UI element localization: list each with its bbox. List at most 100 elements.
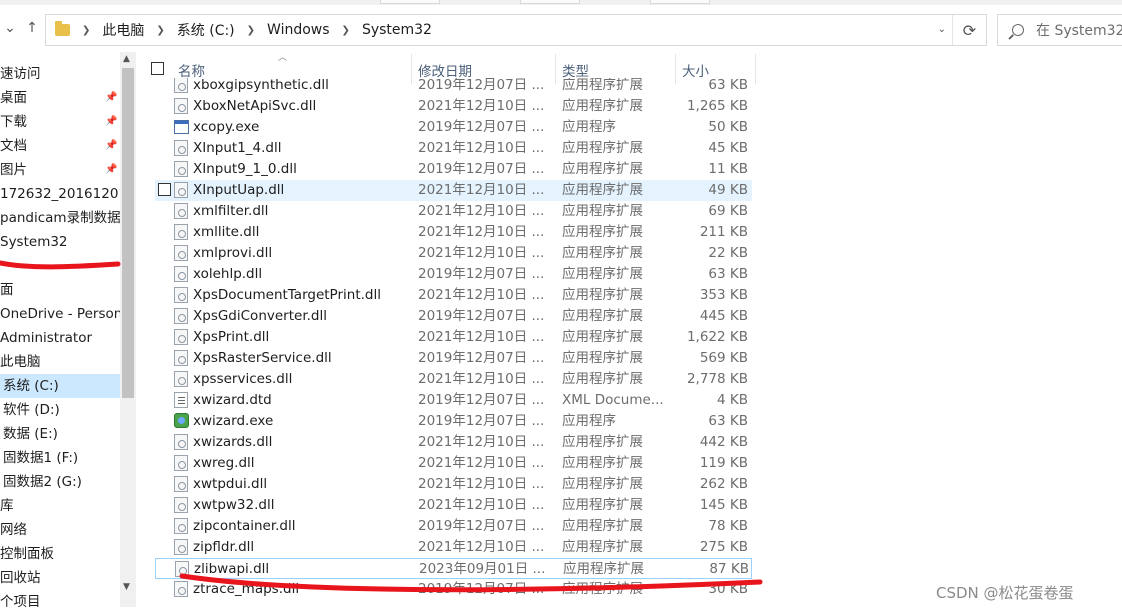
file-size: 569 KB bbox=[699, 350, 748, 366]
dll-icon bbox=[174, 161, 188, 177]
file-name: xmlprovi.dll bbox=[193, 245, 273, 261]
dll-icon bbox=[174, 371, 188, 387]
dll-icon bbox=[174, 581, 188, 597]
scroll-up-icon[interactable]: ▲ bbox=[123, 54, 130, 64]
chevron-right-icon[interactable]: ❯ bbox=[342, 25, 350, 36]
table-row[interactable]: XboxNetApiSvc.dll 2021年12月10日 ... 应用程序扩展 1,… bbox=[155, 96, 752, 117]
dll-icon bbox=[174, 78, 188, 93]
file-type: 应用程序扩展 bbox=[562, 455, 643, 471]
dll-icon bbox=[174, 329, 188, 345]
file-type: 应用程序扩展 bbox=[562, 161, 643, 177]
file-date: 2019年12月07日 ... bbox=[418, 119, 545, 135]
file-date: 2019年12月07日 ... bbox=[418, 392, 545, 408]
row-checkbox[interactable] bbox=[158, 183, 171, 196]
file-name: XpsRasterService.dll bbox=[193, 350, 332, 366]
file-date: 2019年12月07日 ... bbox=[418, 581, 545, 597]
table-row[interactable]: xwizard.dtd 2019年12月07日 ... XML Docume... 4… bbox=[155, 390, 752, 411]
file-type: 应用程序扩展 bbox=[562, 98, 643, 114]
dtd-icon bbox=[174, 392, 188, 408]
file-date: 2019年12月07日 ... bbox=[418, 161, 545, 177]
file-name: XInputUap.dll bbox=[193, 182, 285, 198]
breadcrumb-windows[interactable]: Windows bbox=[267, 22, 330, 38]
table-row[interactable]: xwizards.dll 2021年12月10日 ... 应用程序扩展 442 KB bbox=[155, 432, 752, 453]
table-row[interactable]: xboxgipsynthetic.dll 2019年12月07日 ... 应用程序扩… bbox=[155, 78, 752, 96]
file-name: XInput9_1_0.dll bbox=[193, 161, 297, 177]
file-size: 78 KB bbox=[708, 518, 748, 534]
file-list: xboxgipsynthetic.dll 2019年12月07日 ... 应用程序扩… bbox=[0, 78, 1122, 613]
select-all-checkbox[interactable] bbox=[151, 62, 164, 75]
file-name: XboxNetApiSvc.dll bbox=[193, 98, 317, 114]
table-row[interactable]: zipfldr.dll 2021年12月10日 ... 应用程序扩展 275 KB bbox=[155, 537, 752, 558]
file-date: 2021年12月10日 ... bbox=[418, 140, 545, 156]
file-date: 2021年12月10日 ... bbox=[418, 98, 545, 114]
table-row[interactable]: XInputUap.dll 2021年12月10日 ... 应用程序扩展 49 KB bbox=[155, 180, 752, 201]
table-row[interactable]: xcopy.exe 2019年12月07日 ... 应用程序 50 KB bbox=[155, 117, 752, 138]
file-size: 275 KB bbox=[699, 539, 748, 555]
file-date: 2021年12月10日 ... bbox=[418, 539, 545, 555]
table-row[interactable]: XpsPrint.dll 2021年12月10日 ... 应用程序扩展 1,622 K… bbox=[155, 327, 752, 348]
search-icon bbox=[1012, 24, 1024, 36]
table-row[interactable]: XInput9_1_0.dll 2019年12月07日 ... 应用程序扩展 11 K… bbox=[155, 159, 752, 180]
exe-icon bbox=[174, 120, 189, 134]
ribbon-tab-edge bbox=[650, 0, 710, 4]
table-row[interactable]: xwreg.dll 2021年12月10日 ... 应用程序扩展 119 KB bbox=[155, 453, 752, 474]
file-name: ztrace_maps.dll bbox=[193, 581, 300, 597]
table-row[interactable]: zlibwapi.dll 2023年09月01日 ... 应用程序扩展 87 KB bbox=[155, 558, 752, 579]
file-date: 2021年12月10日 ... bbox=[418, 455, 545, 471]
search-input[interactable]: 在 System32 bbox=[997, 14, 1122, 46]
file-size: 63 KB bbox=[708, 266, 748, 282]
table-row[interactable]: ztrace_maps.dll 2019年12月07日 ... 应用程序扩展 30 K… bbox=[155, 579, 752, 600]
table-row[interactable]: xwizard.exe 2019年12月07日 ... 应用程序 63 KB bbox=[155, 411, 752, 432]
table-row[interactable]: xolehlp.dll 2019年12月07日 ... 应用程序扩展 63 KB bbox=[155, 264, 752, 285]
table-row[interactable]: xpsservices.dll 2021年12月10日 ... 应用程序扩展 2,77… bbox=[155, 369, 752, 390]
file-size: 49 KB bbox=[708, 182, 748, 198]
table-row[interactable]: xmlprovi.dll 2021年12月10日 ... 应用程序扩展 22 KB bbox=[155, 243, 752, 264]
dll-icon bbox=[174, 203, 188, 219]
file-size: 63 KB bbox=[708, 78, 748, 93]
recent-locations-icon[interactable]: ⌄ bbox=[0, 20, 20, 36]
search-placeholder: 在 System32 bbox=[1036, 23, 1122, 39]
up-arrow-icon[interactable]: ↑ bbox=[22, 20, 42, 36]
file-size: 211 KB bbox=[699, 224, 748, 240]
chevron-right-icon[interactable]: ❯ bbox=[156, 25, 164, 36]
file-size: 30 KB bbox=[708, 581, 748, 597]
chevron-right-icon[interactable]: ❯ bbox=[247, 25, 255, 36]
file-type: 应用程序扩展 bbox=[562, 203, 643, 219]
table-row[interactable]: XInput1_4.dll 2021年12月10日 ... 应用程序扩展 45 KB bbox=[155, 138, 752, 159]
file-name: xwreg.dll bbox=[193, 455, 255, 471]
refresh-icon[interactable]: ⟳ bbox=[952, 15, 986, 45]
file-type: 应用程序扩展 bbox=[562, 182, 643, 198]
file-type: 应用程序 bbox=[562, 119, 616, 135]
dll-icon bbox=[174, 518, 188, 534]
table-row[interactable]: xmlfilter.dll 2021年12月10日 ... 应用程序扩展 69 KB bbox=[155, 201, 752, 222]
file-size: 69 KB bbox=[708, 203, 748, 219]
chevron-down-icon[interactable]: ⌄ bbox=[938, 24, 946, 35]
dll-icon bbox=[174, 224, 188, 240]
table-row[interactable]: xmllite.dll 2021年12月10日 ... 应用程序扩展 211 KB bbox=[155, 222, 752, 243]
file-type: 应用程序扩展 bbox=[562, 140, 643, 156]
file-name: xwtpw32.dll bbox=[193, 497, 275, 513]
table-row[interactable]: zipcontainer.dll 2019年12月07日 ... 应用程序扩展 78 … bbox=[155, 516, 752, 537]
chevron-right-icon[interactable]: ❯ bbox=[82, 25, 90, 36]
file-type: 应用程序扩展 bbox=[562, 518, 643, 534]
file-size: 1,622 KB bbox=[686, 329, 748, 345]
folder-icon bbox=[55, 21, 70, 36]
file-size: 262 KB bbox=[699, 476, 748, 492]
dll-icon bbox=[174, 350, 188, 366]
table-row[interactable]: XpsRasterService.dll 2019年12月07日 ... 应用程序扩… bbox=[155, 348, 752, 369]
breadcrumb-this-pc[interactable]: 此电脑 bbox=[102, 20, 144, 40]
breadcrumb-system32[interactable]: System32 bbox=[362, 22, 432, 38]
table-row[interactable]: xwtpdui.dll 2021年12月10日 ... 应用程序扩展 262 KB bbox=[155, 474, 752, 495]
file-date: 2021年12月10日 ... bbox=[418, 245, 545, 261]
address-bar[interactable]: ❯ 此电脑 ❯ 系统 (C:) ❯ Windows ❯ System32 ⌄ ⟳ bbox=[45, 14, 987, 46]
table-row[interactable]: XpsDocumentTargetPrint.dll 2021年12月10日 ..… bbox=[155, 285, 752, 306]
file-type: XML Docume... bbox=[562, 392, 664, 408]
file-name: XInput1_4.dll bbox=[193, 140, 282, 156]
breadcrumb-drive-c[interactable]: 系统 (C:) bbox=[177, 20, 235, 40]
table-row[interactable]: XpsGdiConverter.dll 2019年12月07日 ... 应用程序扩展… bbox=[155, 306, 752, 327]
table-row[interactable]: xwtpw32.dll 2021年12月10日 ... 应用程序扩展 145 KB bbox=[155, 495, 752, 516]
file-type: 应用程序扩展 bbox=[562, 266, 643, 282]
dll-icon bbox=[174, 476, 188, 492]
file-date: 2021年12月10日 ... bbox=[418, 224, 545, 240]
file-size: 145 KB bbox=[699, 497, 748, 513]
